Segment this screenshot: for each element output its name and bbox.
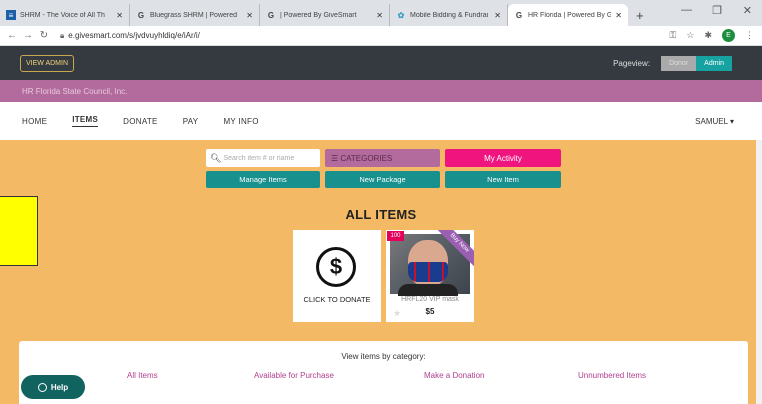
tab-label: Mobile Bidding & Fundrai [410,11,489,19]
chat-bubble-icon [37,382,47,392]
org-name: HR Florida State Council, Inc. [22,86,128,96]
minimize-icon[interactable]: — [681,4,692,16]
close-window-icon[interactable]: ✕ [743,4,752,17]
givesmart-icon: G [515,10,523,20]
view-admin-button[interactable]: VIEW ADMIN [20,54,75,72]
lock-icon: 🔒︎ [60,30,65,40]
search-box: 🔍︎ [206,149,320,167]
donate-card-label: CLICK TO DONATE [303,295,371,304]
tab-label: Bluegrass SHRM | Powered [150,11,238,19]
dollar-icon: $ [316,247,356,287]
category-link-available[interactable]: Available for Purchase [254,371,334,380]
categories-button[interactable]: ☰ CATEGORIES [325,149,440,167]
browser-actions: ⚿ ☆ ✱ E ⋮ [670,29,754,42]
pageview-toggle: Donor Admin [661,55,732,71]
nav-home[interactable]: HOME [22,117,47,126]
key-icon[interactable]: ⚿ [670,30,677,41]
browser-tab[interactable]: G Bluegrass SHRM | Powered ✕ [130,4,260,26]
nav-my-info[interactable]: MY INFO [223,117,258,126]
new-tab-button[interactable]: + [628,4,652,26]
close-tab-icon[interactable]: ✕ [615,11,622,20]
mask-shape [408,262,448,282]
donate-card[interactable]: $ CLICK TO DONATE [293,230,381,322]
tab-label: HR Florida | Powered By Gi [528,11,612,19]
url-field[interactable]: e.givesmart.com/s/jvdvuyhldiq/e/iAr/i/ [68,31,200,40]
tab-label: SHRM - The Voice of All Th [20,11,105,19]
my-activity-button[interactable]: My Activity [445,149,561,167]
tab-label: | Powered By GiveSmart [280,11,357,19]
close-tab-icon[interactable]: ✕ [494,11,501,20]
extensions-icon[interactable]: ✱ [704,30,712,41]
close-tab-icon[interactable]: ✕ [246,11,253,20]
nav-pay[interactable]: PAY [183,117,199,126]
admin-toggle[interactable]: Admin [696,55,732,71]
help-button[interactable]: Help [21,375,85,399]
flower-icon: ✿ [397,10,405,20]
shirt-shape [398,284,458,296]
profile-avatar[interactable]: E [722,29,735,42]
category-link-all-items[interactable]: All Items [127,371,158,380]
bookmark-star-icon[interactable]: ☆ [686,30,694,41]
donor-toggle[interactable]: Donor [661,55,697,71]
help-label: Help [50,382,69,392]
nav-donate[interactable]: DONATE [123,117,158,126]
givesmart-icon: G [137,10,145,20]
browser-tab-active[interactable]: G HR Florida | Powered By Gi ✕ [508,4,628,26]
scrollbar[interactable] [756,140,762,404]
item-card[interactable]: Buy Now HRFL20 VIP mask ★ $5 [386,230,474,322]
category-link-donation[interactable]: Make a Donation [424,371,484,380]
close-tab-icon[interactable]: ✕ [116,11,123,20]
org-bar: HR Florida State Council, Inc. [0,80,762,102]
manage-items-button[interactable]: Manage Items [206,171,320,188]
back-icon[interactable]: ← [4,30,20,41]
reload-icon[interactable]: ↻ [36,30,52,41]
browser-tab[interactable]: ≡ SHRM - The Voice of All Th ✕ [0,4,130,26]
address-bar: ← → ↻ 🔒︎ e.givesmart.com/s/jvdvuyhldiq/e… [0,26,762,46]
browser-tab-bar: ≡ SHRM - The Voice of All Th ✕ G Bluegra… [0,0,762,26]
givesmart-icon: G [267,10,275,20]
pageview-label: Pageview: [613,58,650,68]
item-name: HRFL20 VIP mask [401,296,459,303]
forward-icon[interactable]: → [20,30,36,41]
item-number-badge: 100 [387,231,404,241]
new-item-button[interactable]: New Item [445,171,561,188]
close-tab-icon[interactable]: ✕ [376,11,383,20]
category-panel-title: View items by category: [341,352,426,361]
main-nav: HOME ITEMS DONATE PAY MY INFO SAMUEL ▾ [0,102,762,140]
search-icon: 🔍︎ [210,152,222,163]
browser-tab[interactable]: ✿ Mobile Bidding & Fundrai ✕ [390,4,508,26]
page-title: ALL ITEMS [345,207,417,222]
browser-tab[interactable]: G | Powered By GiveSmart ✕ [260,4,390,26]
search-input[interactable] [223,154,319,162]
menu-dots-icon[interactable]: ⋮ [745,30,754,41]
category-panel: View items by category: All Items Availa… [19,341,748,404]
shrm-icon: ≡ [6,10,16,20]
admin-bar: VIEW ADMIN Pageview: Donor Admin [0,46,762,80]
item-price: $5 [425,307,435,316]
maximize-icon[interactable]: ❐ [712,4,722,17]
category-link-unnumbered[interactable]: Unnumbered Items [578,371,646,380]
user-menu[interactable]: SAMUEL ▾ [695,117,734,126]
nav-items[interactable]: ITEMS [72,115,99,127]
new-package-button[interactable]: New Package [325,171,440,188]
